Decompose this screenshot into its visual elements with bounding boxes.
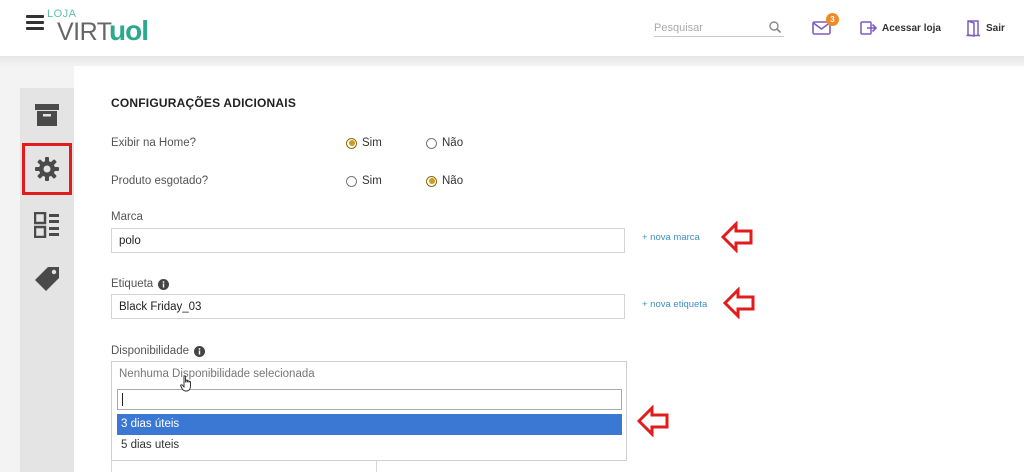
left-sidebar: [20, 88, 74, 472]
access-store-button[interactable]: Acessar loja: [860, 18, 941, 38]
availability-placeholder: Nenhuma Disponibilidade selecionada: [119, 368, 315, 380]
red-arrow-annotation-icon: [636, 405, 669, 437]
radio-unchecked-icon: [346, 175, 357, 187]
show-home-label: Exibir na Home?: [111, 137, 197, 149]
hand-cursor-icon: [180, 375, 191, 392]
sidebar-item-tags[interactable]: [20, 254, 74, 304]
show-home-yes-radio[interactable]: Sim: [346, 137, 382, 149]
info-icon[interactable]: [194, 345, 205, 357]
radio-unchecked-icon: [426, 137, 437, 149]
section-title: CONFIGURAÇÕES ADICIONAIS: [111, 96, 297, 110]
brand-input[interactable]: [111, 228, 625, 253]
brand-label: Marca: [111, 211, 143, 223]
sold-out-yes-label: Sim: [362, 175, 382, 187]
radio-checked-icon: [346, 137, 357, 149]
red-arrow-annotation-icon: [720, 221, 753, 253]
sidebar-item-layout[interactable]: [20, 200, 74, 250]
tag-input[interactable]: [111, 294, 625, 319]
radio-checked-icon: [426, 175, 437, 187]
show-home-no-label: Não: [442, 137, 464, 149]
mail-count-badge: 3: [826, 13, 839, 26]
hamburger-menu-icon[interactable]: [26, 15, 44, 30]
sold-out-no-radio[interactable]: Não: [426, 175, 463, 187]
logo-virt-text: VIRT: [57, 18, 112, 46]
header-shadow: [0, 56, 1024, 66]
logo[interactable]: LOJA VIRT uol: [47, 8, 167, 48]
availability-label-text: Disponibilidade: [111, 345, 189, 357]
gear-icon: [35, 157, 59, 181]
availability-label: Disponibilidade: [111, 345, 205, 357]
sold-out-label: Produto esgotado?: [111, 175, 209, 187]
partial-field-below: [111, 461, 377, 472]
red-arrow-annotation-icon: [722, 287, 755, 319]
sold-out-yes-radio[interactable]: Sim: [346, 175, 382, 187]
tag-icon: [35, 267, 59, 291]
grid-list-icon: [34, 212, 59, 238]
availability-option-3-days[interactable]: 3 dias úteis: [117, 414, 622, 435]
text-caret: [122, 393, 123, 406]
access-store-label: Acessar loja: [882, 22, 941, 34]
archive-box-icon: [35, 104, 59, 126]
availability-option-5-days[interactable]: 5 dias uteis: [117, 435, 622, 456]
info-icon[interactable]: [158, 278, 170, 290]
tag-label: Etiqueta: [111, 278, 170, 290]
new-brand-link[interactable]: + nova marca: [642, 232, 700, 243]
show-home-no-radio[interactable]: Não: [426, 137, 463, 149]
sidebar-item-product[interactable]: [20, 90, 74, 140]
sidebar-item-settings[interactable]: [22, 143, 72, 195]
top-header: LOJA VIRT uol 3 Acessar loja Sair: [0, 0, 1024, 56]
sold-out-no-label: Não: [442, 175, 464, 187]
external-link-icon: [860, 21, 878, 35]
logout-button[interactable]: Sair: [966, 18, 1005, 38]
search-box: [654, 19, 784, 37]
tag-label-text: Etiqueta: [111, 278, 154, 290]
door-exit-icon: [966, 20, 980, 37]
search-icon[interactable]: [768, 20, 782, 34]
logout-label: Sair: [986, 22, 1005, 34]
logo-uol-text: uol: [109, 15, 149, 46]
search-input[interactable]: [654, 19, 764, 36]
brand-label-text: Marca: [111, 211, 143, 223]
show-home-yes-label: Sim: [362, 137, 382, 149]
new-tag-link[interactable]: + nova etiqueta: [642, 299, 707, 310]
availability-search-input[interactable]: [117, 389, 622, 410]
